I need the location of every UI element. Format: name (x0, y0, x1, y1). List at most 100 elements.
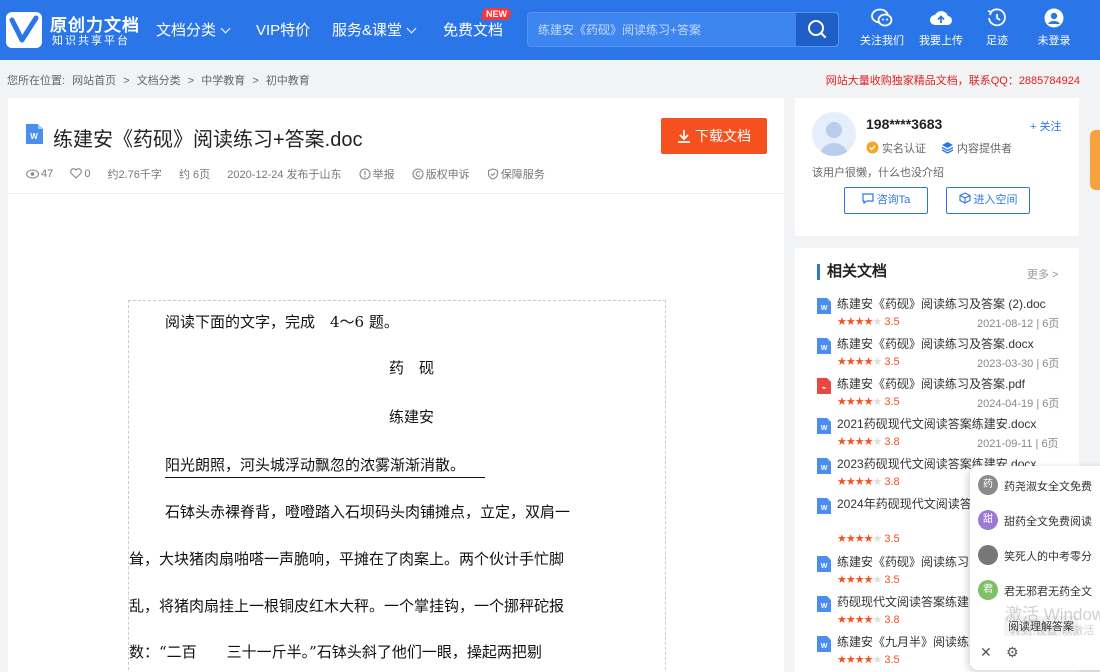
page-line: 乱，将猪肉扇挂上一根铜皮红木大秤。一个掌挂钩，一个挪秤砣报 (129, 597, 565, 615)
consult-button[interactable]: 咨询Ta (844, 187, 928, 214)
rating-stars: ★★★★★ 3.5 (837, 396, 900, 408)
page-line: 练建安 (389, 408, 435, 426)
cloud-upload-icon (930, 11, 953, 26)
floating-item[interactable]: 笑死人的中考零分 (978, 544, 1100, 566)
floating-recommendations: 药 药尧淑女全文免费 甜 甜药全文免费阅读 笑死人的中考零分 君 君无邪君无药全… (970, 466, 1100, 670)
document-meta: 47 0 约2.76千字 约 6页 2020-12-24 发布于山东 举报 版权… (25, 166, 559, 182)
search-icon (808, 20, 827, 39)
word-file-icon: W (817, 298, 831, 314)
verified-badge: 实名认证 (866, 140, 926, 156)
floating-item[interactable]: 药 药尧淑女全文免费 (978, 474, 1100, 496)
purchase-notice[interactable]: 网站大量收购独家精品文档，联系QQ：2885784924 (826, 72, 1080, 88)
svg-text:W: W (821, 345, 828, 352)
like-button[interactable]: 0 (70, 168, 90, 180)
windows-watermark-sub: 转到“设置”以激活 (1010, 625, 1095, 637)
heart-icon (70, 168, 83, 179)
publish-info: 2020-12-24 发布于山东 (227, 169, 342, 181)
alert-icon (359, 168, 371, 180)
document-title: 练建安《药砚》阅读练习+答案.doc (53, 129, 363, 151)
download-button[interactable]: 下载文档 (661, 118, 767, 154)
nav-free-docs[interactable]: 免费文档 (443, 19, 503, 40)
side-edge-tab[interactable] (1090, 130, 1100, 190)
copyright-link[interactable]: 版权申诉 (412, 166, 470, 182)
new-badge: NEW (482, 8, 511, 20)
related-doc-title[interactable]: 练建安《药砚》阅读练习及答案.pdf (837, 376, 1067, 393)
report-link[interactable]: 举报 (359, 166, 395, 182)
search-input[interactable] (528, 13, 796, 46)
nav-vip-offer[interactable]: VIP特价 (256, 19, 310, 40)
word-file-icon: W (817, 418, 831, 434)
history-icon (987, 8, 1006, 27)
related-doc-title[interactable]: 练建安《药砚》阅读练习及答案.docx (837, 336, 1067, 353)
settings-gear-icon[interactable]: ⚙ (1006, 644, 1019, 661)
breadcrumb-doc-category[interactable]: 文档分类 (137, 75, 181, 87)
pdf-file-icon: ⌁ (817, 378, 831, 394)
rating-stars: ★★★★★ 3.5 (837, 654, 900, 666)
uploader-card: 198****3683 + 关注 实名认证 内容提供者 该用户很懒，什么也没介绍… (795, 98, 1079, 236)
views-count: 47 (25, 168, 53, 180)
logo-subtitle: 知识共享平台 (52, 35, 130, 47)
word-file-icon: W (817, 458, 831, 474)
word-count: 约2.76千字 (107, 169, 162, 181)
floating-item[interactable]: 君 君无邪君无药全文 (978, 579, 1100, 601)
uploader-name[interactable]: 198****3683 (866, 116, 942, 132)
related-doc-title[interactable]: 练建安《药砚》阅读练习及答案 (2).doc (837, 296, 1067, 313)
rating-stars: ★★★★★ 3.5 (837, 316, 900, 328)
svg-text:⌁: ⌁ (822, 385, 826, 392)
svg-text:W: W (821, 465, 828, 472)
word-file-icon: W (26, 124, 43, 144)
cube-icon (958, 192, 971, 204)
svg-text:W: W (821, 563, 828, 570)
word-file-icon: W (817, 338, 831, 354)
page-line: 数：“二百 三十一斤半。”石钵头斜了他们一眼，操起两把剔 (129, 643, 542, 661)
avatar[interactable] (812, 112, 856, 156)
related-doc-info: 2021-09-11 | 6页 (977, 438, 1059, 450)
site-logo[interactable]: 原创力文档 知识共享平台 (6, 10, 141, 50)
upload-button[interactable]: 我要上传 (911, 8, 971, 48)
chevron-down-icon (220, 23, 231, 34)
word-file-icon: W (817, 498, 831, 514)
breadcrumb: 您所在位置: 网站首页 > 文档分类 > 中学教育 > 初中教育 (7, 75, 310, 87)
chat-icon (862, 193, 874, 205)
svg-text:W: W (821, 643, 828, 650)
history-button[interactable]: 足迹 (967, 8, 1027, 48)
rating-stars: ★★★★★ 3.8 (837, 614, 900, 626)
svg-text:W: W (821, 505, 828, 512)
document-preview-page: 阅读下面的文字，完成 4～6 题。 药 砚 练建安 阳光朗照，河头城浮动飘忽的浓… (128, 300, 666, 672)
nav-doc-category[interactable]: 文档分类 (156, 19, 231, 40)
verified-icon (866, 141, 879, 154)
rating-stars: ★★★★★ 3.5 (837, 533, 900, 545)
svg-text:W: W (821, 425, 828, 432)
user-icon (1044, 8, 1064, 28)
page-line: 阅读下面的文字，完成 4～6 题。 (165, 313, 399, 331)
login-button[interactable]: 未登录 (1024, 8, 1084, 48)
word-file-icon: W (817, 596, 831, 612)
search-button[interactable] (796, 13, 838, 46)
top-header: 原创力文档 知识共享平台 文档分类 VIP特价 服务&课堂 免费文档 NEW 关… (0, 0, 1100, 60)
enter-space-button[interactable]: 进入空间 (946, 187, 1030, 214)
word-file-icon: W (817, 556, 831, 572)
follow-us-button[interactable]: 关注我们 (852, 8, 912, 48)
word-file-icon: W (817, 636, 831, 652)
protection-link[interactable]: 保障服务 (487, 166, 545, 182)
copyright-icon (412, 168, 424, 180)
breadcrumb-middle-school[interactable]: 中学教育 (201, 75, 245, 87)
related-doc-info: 2023-03-30 | 6页 (977, 358, 1060, 370)
related-more-link[interactable]: 更多 > (1027, 266, 1058, 282)
eye-icon (25, 169, 40, 179)
floating-item[interactable]: 甜 甜药全文免费阅读 (978, 509, 1100, 531)
svg-text:W: W (821, 603, 828, 610)
page-line: 药 砚 (389, 359, 435, 377)
breadcrumb-home[interactable]: 网站首页 (72, 75, 116, 87)
nav-service-course[interactable]: 服务&课堂 (332, 19, 417, 40)
uploader-bio: 该用户很懒，什么也没介绍 (812, 167, 944, 179)
breadcrumb-junior-high[interactable]: 初中教育 (266, 75, 310, 87)
rating-stars: ★★★★★ 3.8 (837, 476, 900, 488)
follow-button[interactable]: + 关注 (1030, 118, 1061, 134)
related-doc-title[interactable]: 2021药砚现代文阅读答案练建安.docx (837, 416, 1067, 433)
provider-badge: 内容提供者 (941, 140, 1012, 156)
close-icon[interactable]: ✕ (980, 644, 992, 661)
logo-mark-icon (6, 12, 42, 48)
divider (8, 193, 784, 194)
page-line: 石钵头赤裸脊背，噔噔踏入石坝码头肉铺摊点，立定，双肩一 (165, 503, 571, 521)
